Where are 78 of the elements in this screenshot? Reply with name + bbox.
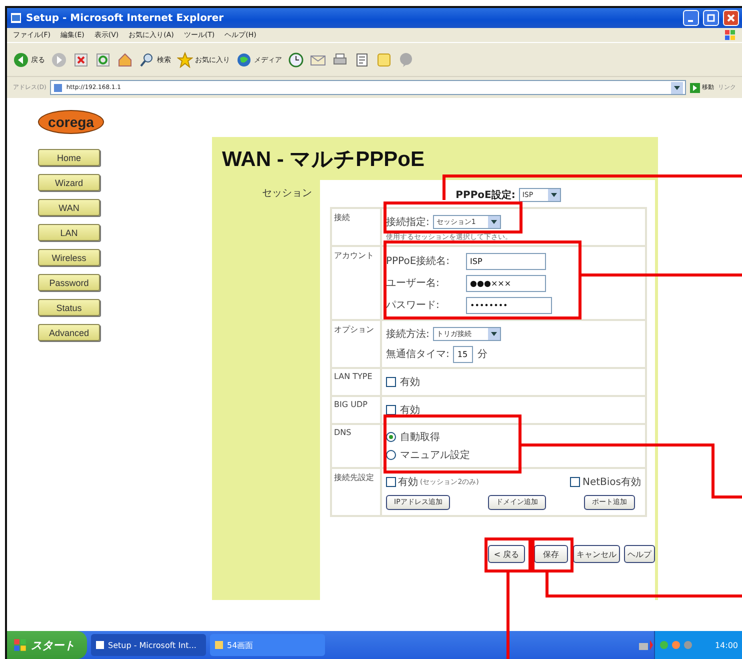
radio-label: マニュアル設定 <box>400 448 470 462</box>
folder-icon <box>214 640 224 650</box>
forward-icon <box>51 52 67 68</box>
star-icon <box>177 52 193 68</box>
printer-icon <box>332 52 348 68</box>
nav-button[interactable]: Advanced <box>38 324 100 341</box>
field-label: パスワード: <box>386 299 440 312</box>
nav-button[interactable]: Wizard <box>38 174 100 191</box>
form-button[interactable]: < 戻る <box>488 545 525 563</box>
maximize-icon <box>707 14 715 22</box>
clock-icon <box>288 52 304 68</box>
page-icon <box>10 12 22 24</box>
window-title: Setup - Microsoft Internet Explorer <box>26 12 225 24</box>
windows-flag-icon <box>13 638 27 652</box>
logo: corega <box>38 110 104 134</box>
field-label: PPPoE接続名: <box>386 254 451 268</box>
close-button[interactable] <box>723 10 739 26</box>
toolbar-button[interactable] <box>354 52 370 68</box>
input-field[interactable]: ISP <box>466 252 546 270</box>
radio-button[interactable] <box>386 450 396 460</box>
network-icon <box>638 639 654 651</box>
highlight-frame <box>484 538 532 572</box>
note-icon <box>376 52 392 68</box>
nav-button[interactable]: Status <box>38 299 100 316</box>
home-icon <box>117 52 133 68</box>
tray-icons-drawing <box>659 639 695 651</box>
maximize-button[interactable] <box>703 10 719 26</box>
search-icon <box>139 52 155 68</box>
input-field[interactable]: 15 <box>453 346 474 362</box>
row-label: アカウント <box>331 246 381 320</box>
field-label: ユーザー名: <box>386 277 440 290</box>
taskbar-item[interactable]: Setup - Microsoft Int... <box>91 634 206 656</box>
input-field[interactable]: ●●●××× <box>466 274 546 292</box>
refresh-icon <box>95 52 111 68</box>
unit-label: 分 <box>477 348 488 361</box>
row-label: DNS <box>331 424 381 468</box>
row-label: 接続 <box>331 208 381 246</box>
radio-label: 自動取得 <box>400 431 440 444</box>
form-button[interactable]: ヘルプ <box>624 545 655 563</box>
checkbox[interactable] <box>386 477 396 487</box>
checkbox-label: NetBios有効 <box>582 476 641 489</box>
globe-icon <box>236 52 252 68</box>
toolbar-button[interactable] <box>288 52 304 68</box>
clock: 14:00 <box>714 640 738 650</box>
row-label: オプション <box>331 320 381 368</box>
checkbox[interactable] <box>386 377 396 387</box>
document-icon <box>354 52 370 68</box>
row-label: 接続先設定 <box>331 468 381 516</box>
stop-icon <box>73 52 89 68</box>
row-label: LAN TYPE <box>331 368 381 396</box>
form-button[interactable]: キャンセル <box>573 545 620 563</box>
checkbox-label: 有効 <box>400 404 420 417</box>
nav-button[interactable]: Password <box>38 274 100 291</box>
taskbar-item[interactable]: 54画面 <box>210 634 325 656</box>
highlight-frame <box>532 538 574 572</box>
radio-button[interactable] <box>386 432 396 442</box>
close-icon <box>727 14 735 22</box>
window-icon <box>95 640 105 650</box>
section-label: セッション <box>262 187 312 201</box>
checkbox-label: 有効 <box>398 476 418 489</box>
page-icon <box>53 82 64 92</box>
back-icon <box>13 52 29 68</box>
chat-icon <box>398 52 414 68</box>
nav-button[interactable]: LAN <box>38 224 100 241</box>
page-title: WAN - マルチPPPoE <box>221 147 426 173</box>
nav-button[interactable]: Home <box>38 149 100 166</box>
minimize-button[interactable] <box>683 10 699 26</box>
nav-button[interactable]: WAN <box>38 199 100 216</box>
form-button[interactable]: 保存 <box>534 545 568 563</box>
field-label: PPPoE設定: <box>456 188 516 202</box>
input-field[interactable]: •••••••• <box>466 296 552 314</box>
field-label: 無通信タイマ: <box>386 348 450 361</box>
windows-flag-icon <box>724 29 736 41</box>
checkbox-label: 有効 <box>400 376 420 389</box>
row-label: BIG UDP <box>331 396 381 424</box>
nav-button[interactable]: Wireless <box>38 249 100 266</box>
checkbox[interactable] <box>386 405 396 415</box>
checkbox[interactable] <box>570 477 580 487</box>
